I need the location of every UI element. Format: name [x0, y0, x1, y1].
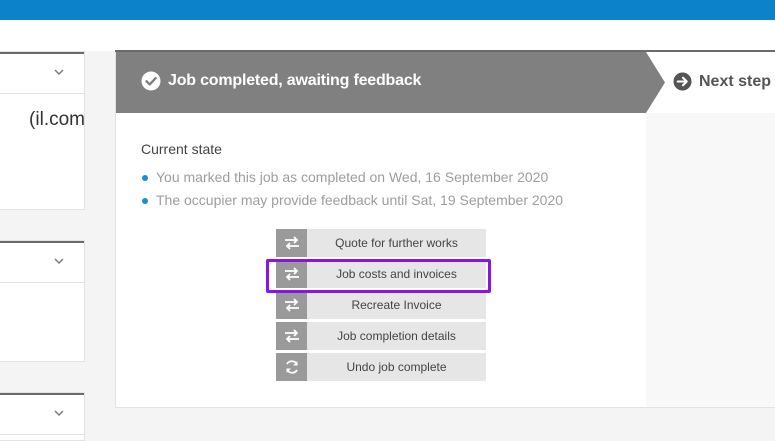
left-card-2	[0, 240, 85, 362]
job-costs-invoices-button[interactable]: Job costs and invoices	[276, 260, 486, 288]
chevron-down-icon[interactable]	[54, 67, 64, 77]
action-label: Job completion details	[337, 329, 456, 343]
swap-arrows-icon	[276, 322, 307, 350]
left-card-3-header[interactable]	[0, 393, 84, 435]
list-item: You marked this job as completed on Wed,…	[141, 169, 563, 192]
quote-further-works-button[interactable]: Quote for further works	[276, 229, 486, 257]
action-label: Job costs and invoices	[336, 267, 457, 281]
action-label: Recreate Invoice	[351, 298, 442, 312]
header-spacer	[0, 20, 775, 51]
check-circle-icon	[141, 71, 161, 91]
status-title: Job completed, awaiting feedback	[168, 72, 422, 89]
refresh-icon	[276, 353, 307, 381]
contact-email-fragment: il.com)	[29, 109, 85, 130]
left-card-1: il.com)	[0, 51, 85, 210]
undo-job-complete-button[interactable]: Undo job complete	[276, 353, 486, 381]
arrow-circle-right-icon[interactable]	[673, 72, 692, 91]
state-item-text: You marked this job as completed on Wed,…	[156, 169, 549, 185]
next-step-label[interactable]: Next step	[699, 73, 771, 91]
action-label: Undo job complete	[346, 360, 447, 374]
left-card-3	[0, 392, 85, 441]
chevron-down-icon[interactable]	[54, 256, 64, 266]
swap-arrows-icon	[276, 260, 307, 288]
bullet-dot	[142, 175, 148, 181]
current-state-list: You marked this job as completed on Wed,…	[141, 169, 563, 215]
action-label: Quote for further works	[335, 236, 458, 250]
swap-arrows-icon	[276, 291, 307, 319]
next-step-pane	[646, 113, 775, 407]
state-item-text: The occupier may provide feedback until …	[156, 192, 564, 208]
bullet-dot	[142, 198, 148, 204]
job-completion-details-button[interactable]: Job completion details	[276, 322, 486, 350]
action-buttons: Quote for further works Job costs and in…	[276, 229, 486, 384]
list-item: The occupier may provide feedback until …	[141, 192, 563, 215]
left-card-2-header[interactable]	[0, 241, 84, 283]
swap-arrows-icon	[276, 229, 307, 257]
recreate-invoice-button[interactable]: Recreate Invoice	[276, 291, 486, 319]
current-state-title: Current state	[141, 141, 222, 157]
top-header-bar	[0, 0, 775, 20]
left-card-1-header[interactable]	[0, 52, 84, 94]
chevron-down-icon[interactable]	[54, 408, 64, 418]
